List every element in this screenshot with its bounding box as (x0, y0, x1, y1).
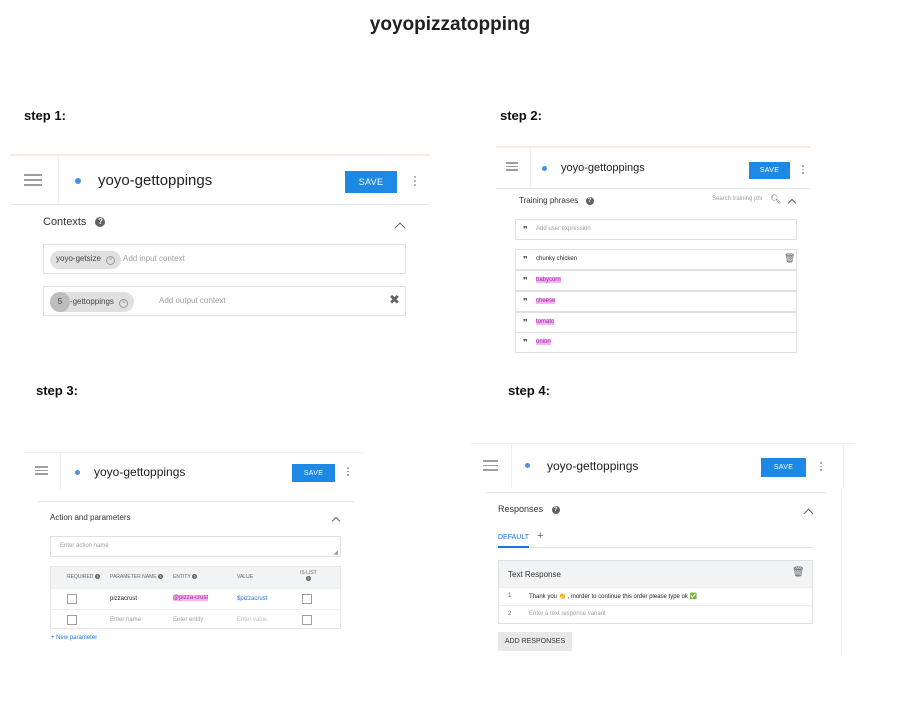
hamburger-menu-icon[interactable] (506, 162, 518, 171)
list-item[interactable]: ❞ tomato (515, 312, 797, 333)
action-name-input[interactable]: Enter action name ◢ (50, 536, 341, 557)
intent-status-dot (75, 178, 81, 184)
context-chip[interactable]: yoyo-getsize × (50, 251, 122, 269)
tab-active-indicator (498, 546, 529, 548)
collapse-chevron-icon[interactable] (803, 508, 814, 519)
intent-name[interactable]: yoyo-gettoppings (98, 172, 212, 189)
step-3-label: step 3: (36, 383, 78, 398)
add-responses-button[interactable]: ADD RESPONSES (498, 632, 572, 651)
section-title: Responses ? (498, 504, 560, 514)
help-icon[interactable]: ? (551, 505, 560, 514)
step-2-label: step 2: (500, 108, 542, 123)
more-options-icon[interactable] (414, 176, 416, 188)
parameters-table: REQUIRED ? PARAMETER NAME ? ENTITY ? VAL… (50, 566, 341, 629)
quote-icon: ❞ (523, 338, 528, 347)
table-row[interactable]: pizzacrust @pizza-crust $pizzacrust (51, 588, 340, 609)
response-row[interactable]: 2 Enter a text response variant (499, 605, 812, 623)
collapse-chevron-icon[interactable] (787, 198, 797, 208)
add-expression-field[interactable]: ❞ Add user expression (515, 219, 797, 240)
card-header: Text Response 🗑 (499, 561, 812, 587)
column-header-is-list: IS LIST? (300, 570, 317, 582)
search-icon[interactable]: 🔍︎ (770, 194, 781, 205)
card-title: Text Response (508, 570, 561, 579)
collapse-chevron-icon[interactable] (394, 222, 406, 234)
list-item[interactable]: ❞ babycorn (515, 270, 797, 291)
input-context-field[interactable]: yoyo-getsize × Add input context (43, 244, 406, 274)
is-list-checkbox[interactable] (302, 615, 312, 625)
input-context-placeholder: Add input context (123, 254, 185, 263)
help-icon[interactable]: ? (192, 574, 198, 580)
save-button[interactable]: SAVE (345, 171, 397, 193)
clear-icon[interactable]: ✖ (389, 292, 400, 308)
expression-placeholder: Add user expression (536, 226, 591, 232)
intent-name[interactable]: yoyo-gettoppings (561, 162, 645, 174)
quote-icon: ❞ (523, 297, 528, 306)
collapse-chevron-icon[interactable] (331, 516, 341, 526)
response-row[interactable]: 1 Thank you 👏 , inorder to continue this… (499, 587, 812, 605)
output-context-field[interactable]: 5 yoyo-gettoppings × Add output context … (43, 286, 406, 316)
help-icon[interactable]: ? (94, 574, 100, 580)
step2-intent-header: yoyo-gettoppings SAVE (496, 146, 811, 188)
new-parameter-link[interactable]: + New parameter (51, 635, 97, 641)
section-title: Training phrases ? (519, 196, 594, 205)
help-icon[interactable]: ? (585, 196, 594, 205)
step3-intent-header: yoyo-gettoppings SAVE (24, 452, 365, 490)
list-item[interactable]: ❞ chunky chicken 🗑 (515, 249, 797, 270)
hamburger-menu-icon[interactable] (483, 460, 498, 471)
resize-handle-icon[interactable]: ◢ (333, 549, 338, 556)
action-name-placeholder: Enter action name (60, 543, 109, 549)
column-header-parameter-name: PARAMETER NAME ? (110, 574, 163, 580)
intent-status-dot (525, 463, 530, 468)
more-options-icon[interactable] (802, 165, 804, 176)
help-icon[interactable]: ? (95, 217, 106, 228)
more-options-icon[interactable] (347, 467, 349, 478)
section-title: Action and parameters (50, 513, 131, 522)
quote-icon: ❞ (523, 255, 528, 264)
table-header: REQUIRED ? PARAMETER NAME ? ENTITY ? VAL… (51, 567, 340, 588)
required-checkbox[interactable] (67, 594, 77, 604)
intent-name[interactable]: yoyo-gettoppings (94, 465, 185, 479)
intent-status-dot (542, 166, 547, 171)
delete-icon[interactable]: 🗑 (784, 253, 795, 264)
more-options-icon[interactable] (820, 462, 822, 473)
panel-divider (841, 488, 842, 653)
table-row[interactable]: Enter name Enter entity Enter value (51, 609, 340, 629)
intent-status-dot (75, 470, 80, 475)
remove-chip-icon[interactable]: × (106, 256, 116, 265)
quote-icon: ❞ (523, 225, 528, 234)
training-phrase-search[interactable]: Search training phr (712, 196, 763, 202)
page-title: yoyopizzatopping (369, 14, 531, 35)
lifespan-badge[interactable]: 5 (50, 292, 70, 312)
column-header-required: REQUIRED ? (67, 574, 100, 580)
quote-icon: ❞ (523, 318, 528, 327)
quote-icon: ❞ (523, 276, 528, 285)
help-icon[interactable]: ? (157, 574, 163, 580)
output-context-placeholder: Add output context (159, 296, 226, 305)
hamburger-menu-icon[interactable] (35, 466, 48, 475)
add-tab-button[interactable]: + (537, 530, 543, 542)
save-button[interactable]: SAVE (749, 162, 790, 179)
step4-intent-header: yoyo-gettoppings SAVE (471, 443, 854, 488)
list-item[interactable]: ❞ onion (515, 332, 797, 353)
step-4-label: step 4: (508, 383, 550, 398)
hamburger-menu-icon[interactable] (24, 174, 42, 186)
step-1-label: step 1: (24, 108, 66, 123)
required-checkbox[interactable] (67, 615, 77, 625)
delete-icon[interactable]: 🗑 (792, 567, 805, 578)
text-response-card: Text Response 🗑 1 Thank you 👏 , inorder … (498, 560, 813, 624)
is-list-checkbox[interactable] (302, 594, 312, 604)
step1-intent-header: yoyo-gettoppings SAVE (10, 154, 430, 204)
column-header-entity: ENTITY ? (173, 574, 198, 580)
context-chip[interactable]: 5 yoyo-gettoppings × (50, 292, 135, 312)
intent-name[interactable]: yoyo-gettoppings (547, 459, 638, 473)
help-icon[interactable]: ? (305, 576, 311, 582)
list-item[interactable]: ❞ cheese (515, 291, 797, 312)
save-button[interactable]: SAVE (292, 464, 335, 482)
column-header-value: VALUE (237, 574, 254, 580)
save-button[interactable]: SAVE (761, 458, 806, 477)
section-title: Contexts ? (43, 216, 106, 228)
tab-default[interactable]: DEFAULT (498, 534, 529, 541)
remove-chip-icon[interactable]: × (119, 299, 129, 308)
